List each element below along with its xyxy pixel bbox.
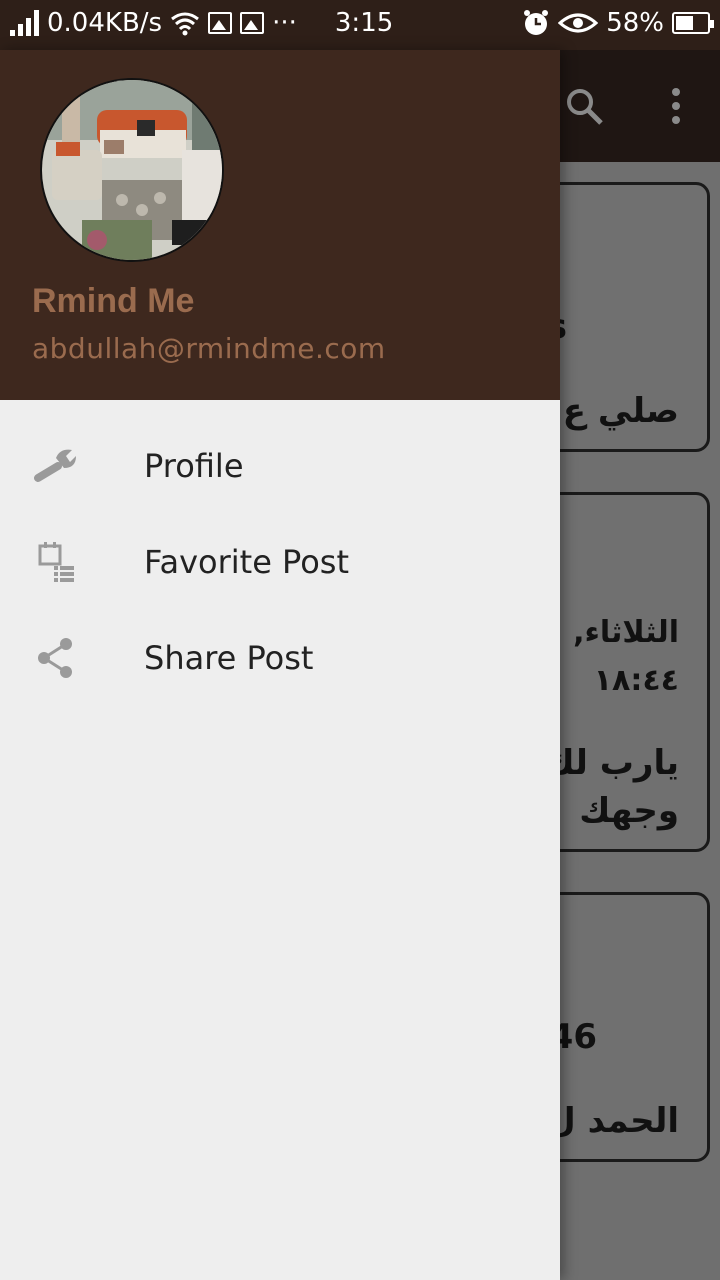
card-text: صلي ع bbox=[562, 391, 679, 431]
card-text: وجهك bbox=[579, 791, 679, 831]
menu-item-profile[interactable]: Profile bbox=[0, 418, 560, 514]
navigation-drawer: Rmind Me abdullah@rmindme.com Profile Fa… bbox=[0, 50, 560, 1280]
user-name: Rmind Me bbox=[32, 282, 195, 320]
menu-item-label: Profile bbox=[144, 447, 244, 485]
card-text: الثلاثاء, bbox=[573, 615, 679, 650]
card-text: الحمد ل bbox=[546, 1101, 679, 1141]
image-icon bbox=[208, 12, 233, 34]
drawer-menu: Profile Favorite Post Share Post bbox=[0, 418, 560, 706]
drawer-header: Rmind Me abdullah@rmindme.com bbox=[0, 50, 560, 400]
calendar-list-icon bbox=[38, 542, 74, 582]
user-email: abdullah@rmindme.com bbox=[32, 332, 386, 365]
status-bar: 0.04KB/s ··· 3:15 58% bbox=[0, 0, 720, 50]
menu-item-label: Favorite Post bbox=[144, 543, 349, 581]
menu-item-label: Share Post bbox=[144, 639, 314, 677]
card-text: يارب لك bbox=[543, 743, 679, 783]
avatar[interactable] bbox=[40, 78, 224, 262]
menu-item-share-post[interactable]: Share Post bbox=[0, 610, 560, 706]
network-speed: 0.04KB/s bbox=[47, 8, 163, 38]
more-notifications-icon: ··· bbox=[272, 8, 297, 38]
menu-item-favorite-post[interactable]: Favorite Post bbox=[0, 514, 560, 610]
battery-percent: 58% bbox=[606, 8, 664, 38]
share-icon bbox=[38, 638, 72, 678]
wifi-icon bbox=[171, 12, 200, 36]
more-vert-icon[interactable] bbox=[668, 86, 684, 126]
card-text: ١٨:٤٤ bbox=[593, 663, 679, 698]
image-icon bbox=[240, 12, 265, 34]
signal-icon bbox=[10, 10, 39, 36]
battery-icon bbox=[672, 12, 714, 34]
clock: 3:15 bbox=[334, 8, 394, 38]
wrench-icon bbox=[34, 449, 76, 482]
search-icon[interactable] bbox=[564, 86, 604, 126]
alarm-icon bbox=[524, 10, 549, 35]
eye-icon bbox=[558, 13, 599, 33]
